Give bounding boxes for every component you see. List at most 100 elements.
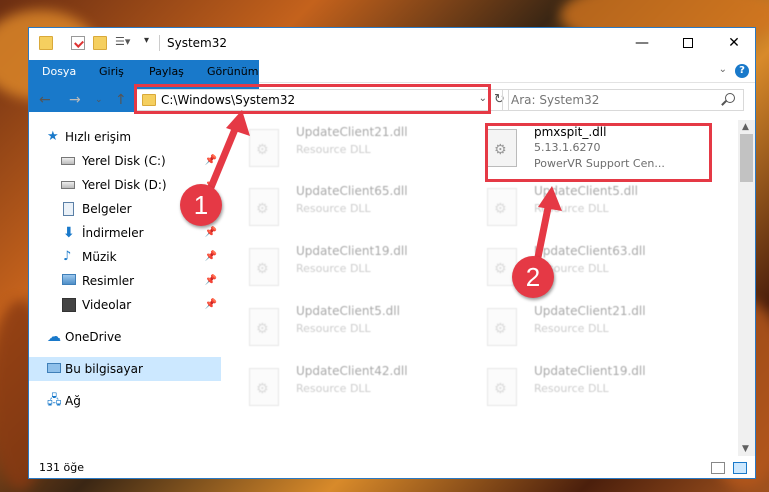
search-box[interactable] xyxy=(502,89,744,111)
ribbon-tabs: Dosya Giriş Paylaş Görünüm ⌄ ? xyxy=(29,60,755,112)
sidebar-item-label: Bu bilgisayar xyxy=(65,362,143,376)
file-item[interactable]: UpdateClient21.dll Resource DLL xyxy=(467,302,697,354)
tab-home[interactable]: Giriş xyxy=(87,60,136,83)
search-icon[interactable] xyxy=(725,93,735,103)
minimize-button[interactable]: — xyxy=(619,28,665,58)
close-button[interactable]: ✕ xyxy=(711,28,755,58)
status-bar: 131 öğe xyxy=(29,456,755,478)
up-button[interactable]: ↑ xyxy=(115,92,127,108)
dll-file-icon xyxy=(249,129,279,167)
file-name: UpdateClient5.dll xyxy=(296,304,400,318)
step-marker-2: 2 xyxy=(512,256,554,298)
details-view-icon[interactable] xyxy=(711,462,725,474)
item-count: 131 öğe xyxy=(39,461,84,474)
sidebar-item-label: Müzik xyxy=(82,250,117,264)
scroll-up-icon[interactable]: ▲ xyxy=(742,122,749,132)
scroll-down-icon[interactable]: ▼ xyxy=(742,444,749,454)
computer-icon xyxy=(47,363,61,373)
file-name: UpdateClient65.dll xyxy=(296,184,408,198)
file-name: UpdateClient5.dll xyxy=(534,184,638,198)
sidebar-item-downloads[interactable]: ⬇ İndirmeler 📌 xyxy=(29,221,221,245)
minimize-icon: — xyxy=(635,35,649,51)
vertical-scrollbar[interactable]: ▲ ▼ xyxy=(738,120,755,456)
sidebar-item-quick-access[interactable]: ★ Hızlı erişim xyxy=(29,125,221,149)
sidebar-item-label: Resimler xyxy=(82,274,135,288)
file-item[interactable]: UpdateClient21.dll Resource DLL xyxy=(229,123,459,175)
music-icon: ♪ xyxy=(63,249,72,264)
dll-file-icon xyxy=(249,308,279,346)
sidebar-item-label: Yerel Disk (C:) xyxy=(82,154,166,168)
sidebar-item-label: Videolar xyxy=(82,298,132,312)
file-name: UpdateClient42.dll xyxy=(296,364,408,378)
file-name: UpdateClient63.dll xyxy=(534,244,646,258)
file-type: Resource DLL xyxy=(296,382,371,395)
help-icon[interactable]: ? xyxy=(735,64,749,78)
toolbar-dropdown-icon[interactable]: ▾ xyxy=(144,35,149,46)
pin-icon[interactable]: 📌 xyxy=(205,269,217,293)
dll-file-icon xyxy=(487,188,517,226)
network-icon: 🖧 xyxy=(47,393,62,408)
expand-ribbon-icon[interactable]: ⌄ xyxy=(719,64,727,75)
step-marker-1: 1 xyxy=(180,184,222,226)
sidebar-item-label: Yerel Disk (D:) xyxy=(82,178,167,192)
tiles-view-icon[interactable] xyxy=(733,462,747,474)
star-icon: ★ xyxy=(47,129,59,144)
sidebar-item-label: İndirmeler xyxy=(82,226,144,240)
sidebar-item-this-pc[interactable]: Bu bilgisayar xyxy=(29,357,221,381)
file-item[interactable]: UpdateClient63.dll Resource DLL xyxy=(467,242,697,294)
file-type: Resource DLL xyxy=(296,143,371,156)
file-item[interactable]: UpdateClient19.dll Resource DLL xyxy=(467,362,697,414)
back-button[interactable]: ← xyxy=(39,92,51,108)
tab-view[interactable]: Görünüm xyxy=(195,60,270,83)
dll-file-icon xyxy=(249,188,279,226)
file-type: Resource DLL xyxy=(534,382,609,395)
dll-file-icon xyxy=(249,368,279,406)
close-icon: ✕ xyxy=(728,35,740,51)
maximize-icon xyxy=(683,38,693,48)
recent-locations-button[interactable]: ⌄ xyxy=(95,95,103,105)
sidebar-item-local-disk-c[interactable]: Yerel Disk (C:) 📌 xyxy=(29,149,221,173)
file-type: Resource DLL xyxy=(534,322,609,335)
forward-button[interactable]: → xyxy=(69,92,81,108)
search-input[interactable] xyxy=(503,90,703,110)
dll-file-icon xyxy=(487,308,517,346)
file-item[interactable]: UpdateClient19.dll Resource DLL xyxy=(229,242,459,294)
file-type: Resource DLL xyxy=(296,262,371,275)
file-item[interactable]: UpdateClient5.dll Resource DLL xyxy=(467,182,697,234)
file-name: UpdateClient21.dll xyxy=(296,125,408,139)
sidebar-item-music[interactable]: ♪ Müzik 📌 xyxy=(29,245,221,269)
file-item[interactable]: UpdateClient42.dll Resource DLL xyxy=(229,362,459,414)
sidebar-item-label: Belgeler xyxy=(82,202,132,216)
scrollbar-thumb[interactable] xyxy=(740,134,753,182)
pin-icon[interactable]: 📌 xyxy=(205,245,217,269)
navigation-pane: ★ Hızlı erişim Yerel Disk (C:) 📌 Yerel D… xyxy=(29,120,225,450)
dll-file-icon xyxy=(249,248,279,286)
file-type: Resource DLL xyxy=(296,322,371,335)
sidebar-item-label: Ağ xyxy=(65,394,81,408)
sidebar-item-label: OneDrive xyxy=(65,330,122,344)
sidebar-item-onedrive[interactable]: ☁ OneDrive xyxy=(29,325,221,349)
sidebar-item-videos[interactable]: Videolar 📌 xyxy=(29,293,221,317)
sidebar-item-network[interactable]: 🖧 Ağ xyxy=(29,389,221,413)
maximize-button[interactable] xyxy=(665,28,711,58)
folder-icon xyxy=(39,36,53,50)
file-item[interactable]: UpdateClient65.dll Resource DLL xyxy=(229,182,459,234)
pin-icon[interactable]: 📌 xyxy=(205,149,217,173)
documents-icon xyxy=(63,202,74,216)
downloads-icon: ⬇ xyxy=(63,225,75,241)
videos-icon xyxy=(62,298,76,312)
new-folder-icon[interactable] xyxy=(93,36,107,50)
title-separator xyxy=(159,35,160,51)
file-item[interactable]: UpdateClient5.dll Resource DLL xyxy=(229,302,459,354)
drive-icon xyxy=(61,181,75,189)
properties-icon[interactable] xyxy=(71,36,85,50)
pictures-icon xyxy=(62,274,76,285)
file-type: Resource DLL xyxy=(534,202,609,215)
window-title: System32 xyxy=(167,36,228,50)
file-name: UpdateClient19.dll xyxy=(534,364,646,378)
pin-icon[interactable]: 📌 xyxy=(205,293,217,317)
customize-toolbar-icon[interactable]: ☰▾ xyxy=(115,35,130,48)
sidebar-item-pictures[interactable]: Resimler 📌 xyxy=(29,269,221,293)
tab-share[interactable]: Paylaş xyxy=(137,60,196,83)
dll-file-icon xyxy=(487,368,517,406)
